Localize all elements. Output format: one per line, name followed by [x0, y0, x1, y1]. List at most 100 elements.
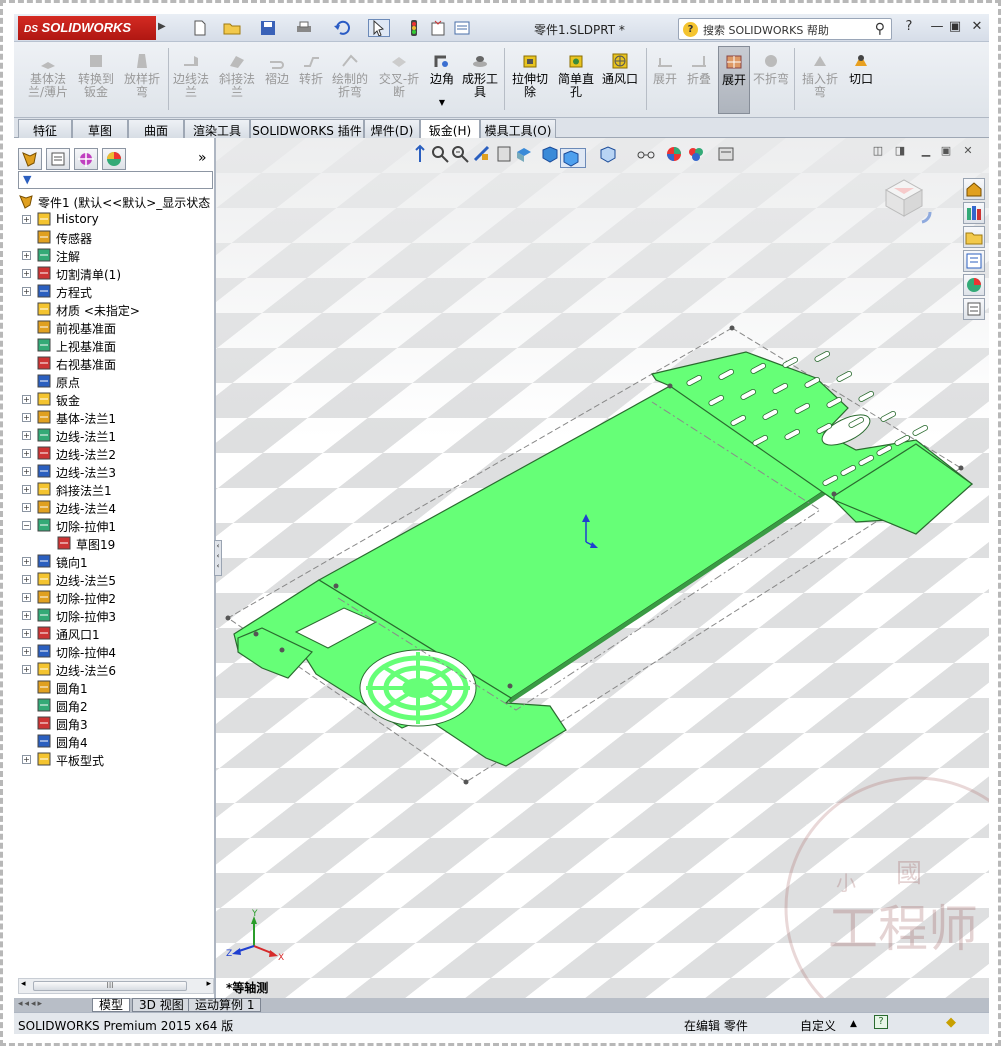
zoom-to-area-icon[interactable] [430, 144, 450, 164]
graphics-viewport[interactable]: Y X Z 工程师 國 小 ◫ ◨ ▁ ▣ ✕ *等轴测 [216, 138, 989, 998]
tree-item[interactable]: 材质 <未指定> [14, 300, 214, 318]
simple-hole-button[interactable]: 简单直 孔 [554, 46, 598, 114]
restore-icon[interactable]: ▣ [944, 19, 966, 37]
help-search-input[interactable]: ? 搜索 SOLIDWORKS 帮助 ⚲ [678, 18, 892, 40]
tree-item[interactable]: + 通风口1 [14, 624, 214, 642]
viewport-restore-icon[interactable]: ▣ [938, 144, 954, 158]
sketched-bend-button[interactable]: 绘制的 折弯 [330, 46, 370, 114]
tab-sheet-metal[interactable]: 钣金(H) [420, 119, 480, 139]
expand-icon[interactable]: + [22, 611, 31, 620]
corners-dropdown-icon[interactable]: ▼ [426, 96, 458, 109]
tree-item[interactable]: 上视基准面 [14, 336, 214, 354]
hem-button[interactable]: 褶边 [262, 46, 292, 114]
expand-icon[interactable]: + [22, 485, 31, 494]
rip-button[interactable]: 切口 [844, 46, 878, 114]
tree-root[interactable]: 零件1 (默认<<默认>_显示状态 [14, 192, 214, 210]
select-pointer-icon[interactable] [368, 19, 390, 37]
tree-filter-input[interactable]: ▼ [18, 171, 213, 189]
model-scene[interactable]: Y X Z 工程师 國 小 [216, 138, 989, 998]
tree-item[interactable]: + 边线-法兰3 [14, 462, 214, 480]
expand-icon[interactable]: + [22, 431, 31, 440]
display-manager-tab-icon[interactable] [102, 148, 126, 170]
tree-item[interactable]: + 斜接法兰1 [14, 480, 214, 498]
tree-item[interactable]: + 切除-拉伸4 [14, 642, 214, 660]
tag-icon[interactable]: ◆ [946, 1015, 956, 1030]
feature-manager-tab-icon[interactable] [18, 148, 42, 170]
configuration-manager-tab-icon[interactable] [74, 148, 98, 170]
units-dropdown-icon[interactable]: ▲ [850, 1019, 857, 1029]
undo-icon[interactable] [332, 19, 354, 37]
expand-icon[interactable]: + [22, 575, 31, 584]
viewport-tile-icon[interactable]: ◫ [870, 144, 886, 158]
design-library-icon[interactable] [963, 202, 985, 224]
tab-surfaces[interactable]: 曲面 [128, 119, 184, 138]
tab-mold-tools[interactable]: 模具工具(O) [480, 119, 556, 138]
tree-item[interactable]: + 切割清单(1) [14, 264, 214, 282]
expand-icon[interactable]: + [22, 395, 31, 404]
tab-motion-study[interactable]: 运动算例 1 [188, 998, 262, 1012]
tree-item[interactable]: + History [14, 210, 214, 228]
home-icon[interactable] [963, 178, 985, 200]
property-manager-tab-icon[interactable] [46, 148, 70, 170]
dynamic-annotation-icon[interactable] [494, 144, 514, 164]
print-icon[interactable] [294, 19, 316, 37]
collapse-icon[interactable]: − [22, 521, 31, 530]
hide-show-items-icon[interactable] [598, 144, 618, 164]
zoom-to-fit-icon[interactable] [410, 144, 430, 164]
tree-item[interactable]: 圆角1 [14, 678, 214, 696]
tab-sketch[interactable]: 草图 [72, 119, 128, 138]
base-flange-button[interactable]: 基体法 兰/薄片 [26, 46, 70, 114]
viewport-split-icon[interactable]: ◨ [892, 144, 908, 158]
unfold-button[interactable]: 展开 [650, 46, 680, 114]
tree-item[interactable]: 圆角4 [14, 732, 214, 750]
search-icon[interactable]: ⚲ [875, 21, 885, 37]
tree-item[interactable]: + 镜向1 [14, 552, 214, 570]
new-document-icon[interactable] [190, 19, 212, 37]
solidworks-logo[interactable]: DS SOLIDWORKS [18, 16, 156, 40]
jog-button[interactable]: 转折 [296, 46, 326, 114]
expand-icon[interactable]: + [22, 557, 31, 566]
expand-icon[interactable]: + [22, 251, 31, 260]
tree-item[interactable]: + 边线-法兰5 [14, 570, 214, 588]
tree-item[interactable]: 圆角3 [14, 714, 214, 732]
tree-item[interactable]: 右视基准面 [14, 354, 214, 372]
tree-item[interactable]: + 方程式 [14, 282, 214, 300]
panel-collapse-handle[interactable]: ‹ ‹ ‹ [214, 540, 222, 576]
tab-render-tools[interactable]: 渲染工具 [184, 119, 250, 138]
lofted-bend-button[interactable]: 放样折 弯 [120, 46, 164, 114]
tab-features[interactable]: 特征 [18, 119, 72, 138]
open-folder-icon[interactable] [222, 19, 244, 37]
tab-model[interactable]: 模型 [92, 998, 131, 1012]
appearances-icon[interactable] [963, 274, 985, 296]
tab-scroll-arrows-icon[interactable]: ◂◂◂▸ [18, 999, 44, 1009]
cross-break-button[interactable]: 交叉-折 断 [376, 46, 422, 114]
corners-button[interactable]: 边角 ▼ [426, 46, 458, 114]
expand-icon[interactable]: + [22, 269, 31, 278]
view-orientation-icon[interactable] [514, 144, 534, 164]
viewport-close-icon[interactable]: ✕ [960, 144, 976, 158]
view-settings-icon[interactable] [716, 144, 736, 164]
expand-icon[interactable]: + [22, 413, 31, 422]
section-view-icon[interactable] [472, 144, 492, 164]
expand-icon[interactable]: + [22, 665, 31, 674]
tree-horizontal-scrollbar[interactable]: ◂ III ▸ [18, 978, 214, 994]
expand-icon[interactable]: + [22, 593, 31, 602]
expand-icon[interactable]: + [22, 647, 31, 656]
vent-button[interactable]: 通风口 [600, 46, 640, 114]
tree-item[interactable]: 传感器 [14, 228, 214, 246]
edge-flange-button[interactable]: 边线法 兰 [170, 46, 212, 114]
extruded-cut-button[interactable]: 拉伸切 除 [508, 46, 552, 114]
tree-item[interactable]: 圆角2 [14, 696, 214, 714]
appearance-icon[interactable] [664, 144, 684, 164]
tree-item[interactable]: + 钣金 [14, 390, 214, 408]
glasses-view-icon[interactable] [636, 144, 656, 164]
rebuild-traffic-light-icon[interactable] [404, 19, 426, 37]
tree-item[interactable]: + 切除-拉伸3 [14, 606, 214, 624]
file-explorer-icon[interactable] [963, 226, 985, 248]
fold-button[interactable]: 折叠 [684, 46, 714, 114]
expand-icon[interactable]: + [22, 755, 31, 764]
tab-3d-views[interactable]: 3D 视图 [132, 998, 191, 1012]
viewport-minimize-icon[interactable]: ▁ [918, 144, 934, 158]
view-palette-icon[interactable] [963, 250, 985, 272]
tree-item[interactable]: − 切除-拉伸1 [14, 516, 214, 534]
